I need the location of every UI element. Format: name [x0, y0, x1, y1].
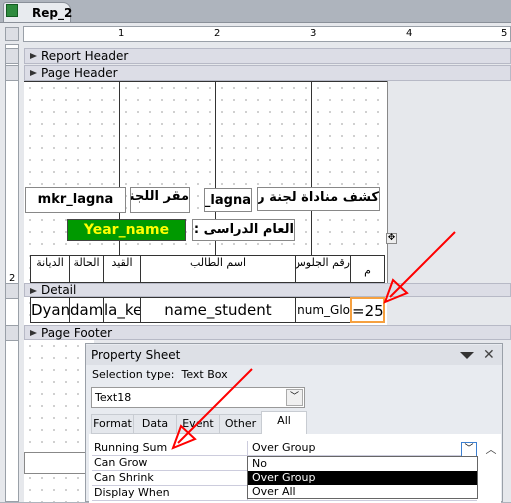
arrow-to-field [383, 231, 456, 304]
annotation-arrows [171, 231, 456, 450]
arrow-to-running-sum [171, 368, 253, 450]
